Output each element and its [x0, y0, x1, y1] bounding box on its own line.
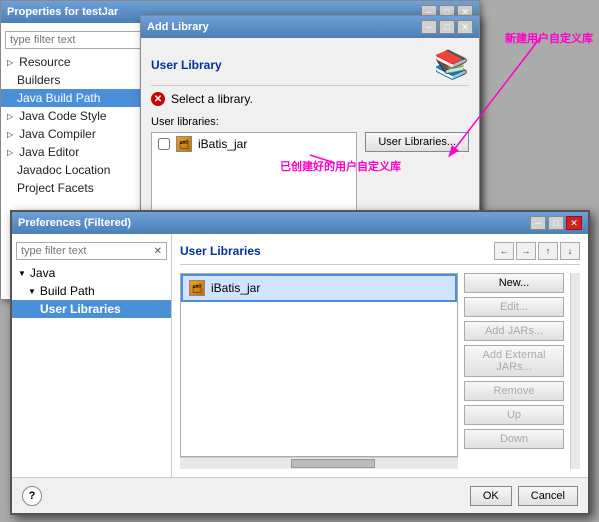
pref-sidebar: ✕ ▼ Java ▼ Build Path User Libraries	[12, 234, 172, 477]
toolbar-down-arrow[interactable]: ↓	[560, 242, 580, 260]
pref-lib-name: iBatis_jar	[211, 281, 260, 295]
books-icon: 📚	[434, 48, 469, 81]
sidebar-item-java-compiler[interactable]: Java Compiler	[1, 125, 148, 143]
pref-footer-right: OK Cancel	[470, 486, 578, 506]
pref-ok-button[interactable]: OK	[470, 486, 512, 506]
pref-list-item-ibatis[interactable]: 🗂 iBatis_jar	[181, 274, 457, 302]
edit-button[interactable]: Edit...	[464, 297, 564, 317]
pref-list-area: 🗂 iBatis_jar	[180, 273, 458, 457]
library-checkbox[interactable]	[158, 138, 170, 150]
toolbar-up[interactable]: ↑	[538, 242, 558, 260]
pref-lib-icon: 🗂	[189, 280, 205, 296]
vertical-scrollbar[interactable]	[570, 273, 580, 469]
remove-button[interactable]: Remove	[464, 381, 564, 401]
preferences-window: Preferences (Filtered) ─ □ ✕ ✕ ▼ Java ▼ …	[10, 210, 590, 515]
add-library-titlebar: Add Library ─ □ ✕	[141, 16, 479, 38]
library-list-item[interactable]: 🗂 iBatis_jar	[152, 133, 356, 155]
add-library-title: Add Library	[147, 21, 209, 33]
pref-footer-left: ?	[22, 486, 42, 506]
pref-search-container: ✕	[16, 242, 167, 260]
properties-title: Properties for testJar	[7, 6, 118, 18]
add-library-header-text: User Library	[151, 58, 222, 72]
pref-minimize[interactable]: ─	[530, 216, 546, 230]
add-lib-close[interactable]: ✕	[457, 20, 473, 34]
error-icon: ✕	[151, 92, 165, 106]
pref-footer: ? OK Cancel	[12, 477, 588, 513]
toolbar-forward[interactable]: →	[516, 242, 536, 260]
pref-main-title: User Libraries ← → ↑ ↓	[180, 242, 580, 265]
user-libraries-label: User libraries:	[151, 116, 469, 128]
expand-icon: ▼	[18, 269, 26, 278]
new-button[interactable]: New...	[464, 273, 564, 293]
horizontal-scrollbar[interactable]	[180, 457, 458, 469]
pref-tree-user-libraries-label: User Libraries	[40, 302, 121, 316]
pref-body: ✕ ▼ Java ▼ Build Path User Libraries Use…	[12, 234, 588, 477]
pref-titlebar: Preferences (Filtered) ─ □ ✕	[12, 212, 588, 234]
add-library-header: User Library 📚	[151, 48, 469, 86]
pref-title: Preferences (Filtered)	[18, 217, 131, 229]
pref-tree-build-path[interactable]: ▼ Build Path	[12, 282, 171, 300]
pref-tree-build-label: Build Path	[40, 284, 95, 298]
pref-toolbar: ← → ↑ ↓	[494, 242, 580, 260]
clear-search-icon[interactable]: ✕	[154, 246, 162, 257]
up-button[interactable]: Up	[464, 405, 564, 425]
library-name: iBatis_jar	[198, 137, 247, 151]
pref-maximize[interactable]: □	[548, 216, 564, 230]
toolbar-back[interactable]: ←	[494, 242, 514, 260]
annotation-new-library: 新建用户自定义库	[505, 30, 593, 46]
help-button[interactable]: ?	[22, 486, 42, 506]
down-button[interactable]: Down	[464, 429, 564, 449]
pref-cancel-button[interactable]: Cancel	[518, 486, 578, 506]
add-library-body: User Library 📚 ✕ Select a library. User …	[141, 38, 479, 222]
add-lib-minimize[interactable]: ─	[421, 20, 437, 34]
pref-search-input[interactable]	[21, 245, 131, 257]
select-library-text: Select a library.	[171, 92, 253, 106]
library-list: 🗂 iBatis_jar	[151, 132, 357, 212]
properties-search-input[interactable]	[5, 31, 144, 49]
add-external-jars-button[interactable]: Add External JARs...	[464, 345, 564, 377]
sidebar-item-project-facets[interactable]: Project Facets	[1, 179, 148, 197]
sidebar-item-resource[interactable]: Resource	[1, 53, 148, 71]
pref-titlebar-controls: ─ □ ✕	[530, 216, 582, 230]
pref-tree-java-label: Java	[30, 266, 55, 280]
pref-close[interactable]: ✕	[566, 216, 582, 230]
sidebar-item-builders[interactable]: Builders	[1, 71, 148, 89]
sidebar-item-java-code-style[interactable]: Java Code Style	[1, 107, 148, 125]
sidebar-item-java-editor[interactable]: Java Editor	[1, 143, 148, 161]
add-library-controls: ─ □ ✕	[421, 20, 473, 34]
pref-tree-user-libraries[interactable]: User Libraries	[12, 300, 171, 318]
lib-icon: 🗂	[176, 136, 192, 152]
pref-main: User Libraries ← → ↑ ↓ 🗂 iBatis_jar	[172, 234, 588, 477]
sidebar-item-javadoc-location[interactable]: Javadoc Location	[1, 161, 148, 179]
pref-tree-java[interactable]: ▼ Java	[12, 264, 171, 282]
pref-content-area: 🗂 iBatis_jar New... Edit... Add JARs... …	[180, 273, 580, 469]
expand-icon-build: ▼	[28, 287, 36, 296]
scrollbar-thumb	[291, 459, 374, 468]
sidebar-item-java-build-path[interactable]: Java Build Path	[1, 89, 148, 107]
add-jars-button[interactable]: Add JARs...	[464, 321, 564, 341]
select-library-message: ✕ Select a library.	[151, 92, 469, 106]
user-libraries-button[interactable]: User Libraries...	[365, 132, 469, 152]
pref-action-buttons: New... Edit... Add JARs... Add External …	[464, 273, 564, 469]
add-library-right-buttons: User Libraries...	[365, 132, 469, 152]
pref-list-container: 🗂 iBatis_jar	[180, 273, 458, 469]
add-lib-maximize[interactable]: □	[439, 20, 455, 34]
